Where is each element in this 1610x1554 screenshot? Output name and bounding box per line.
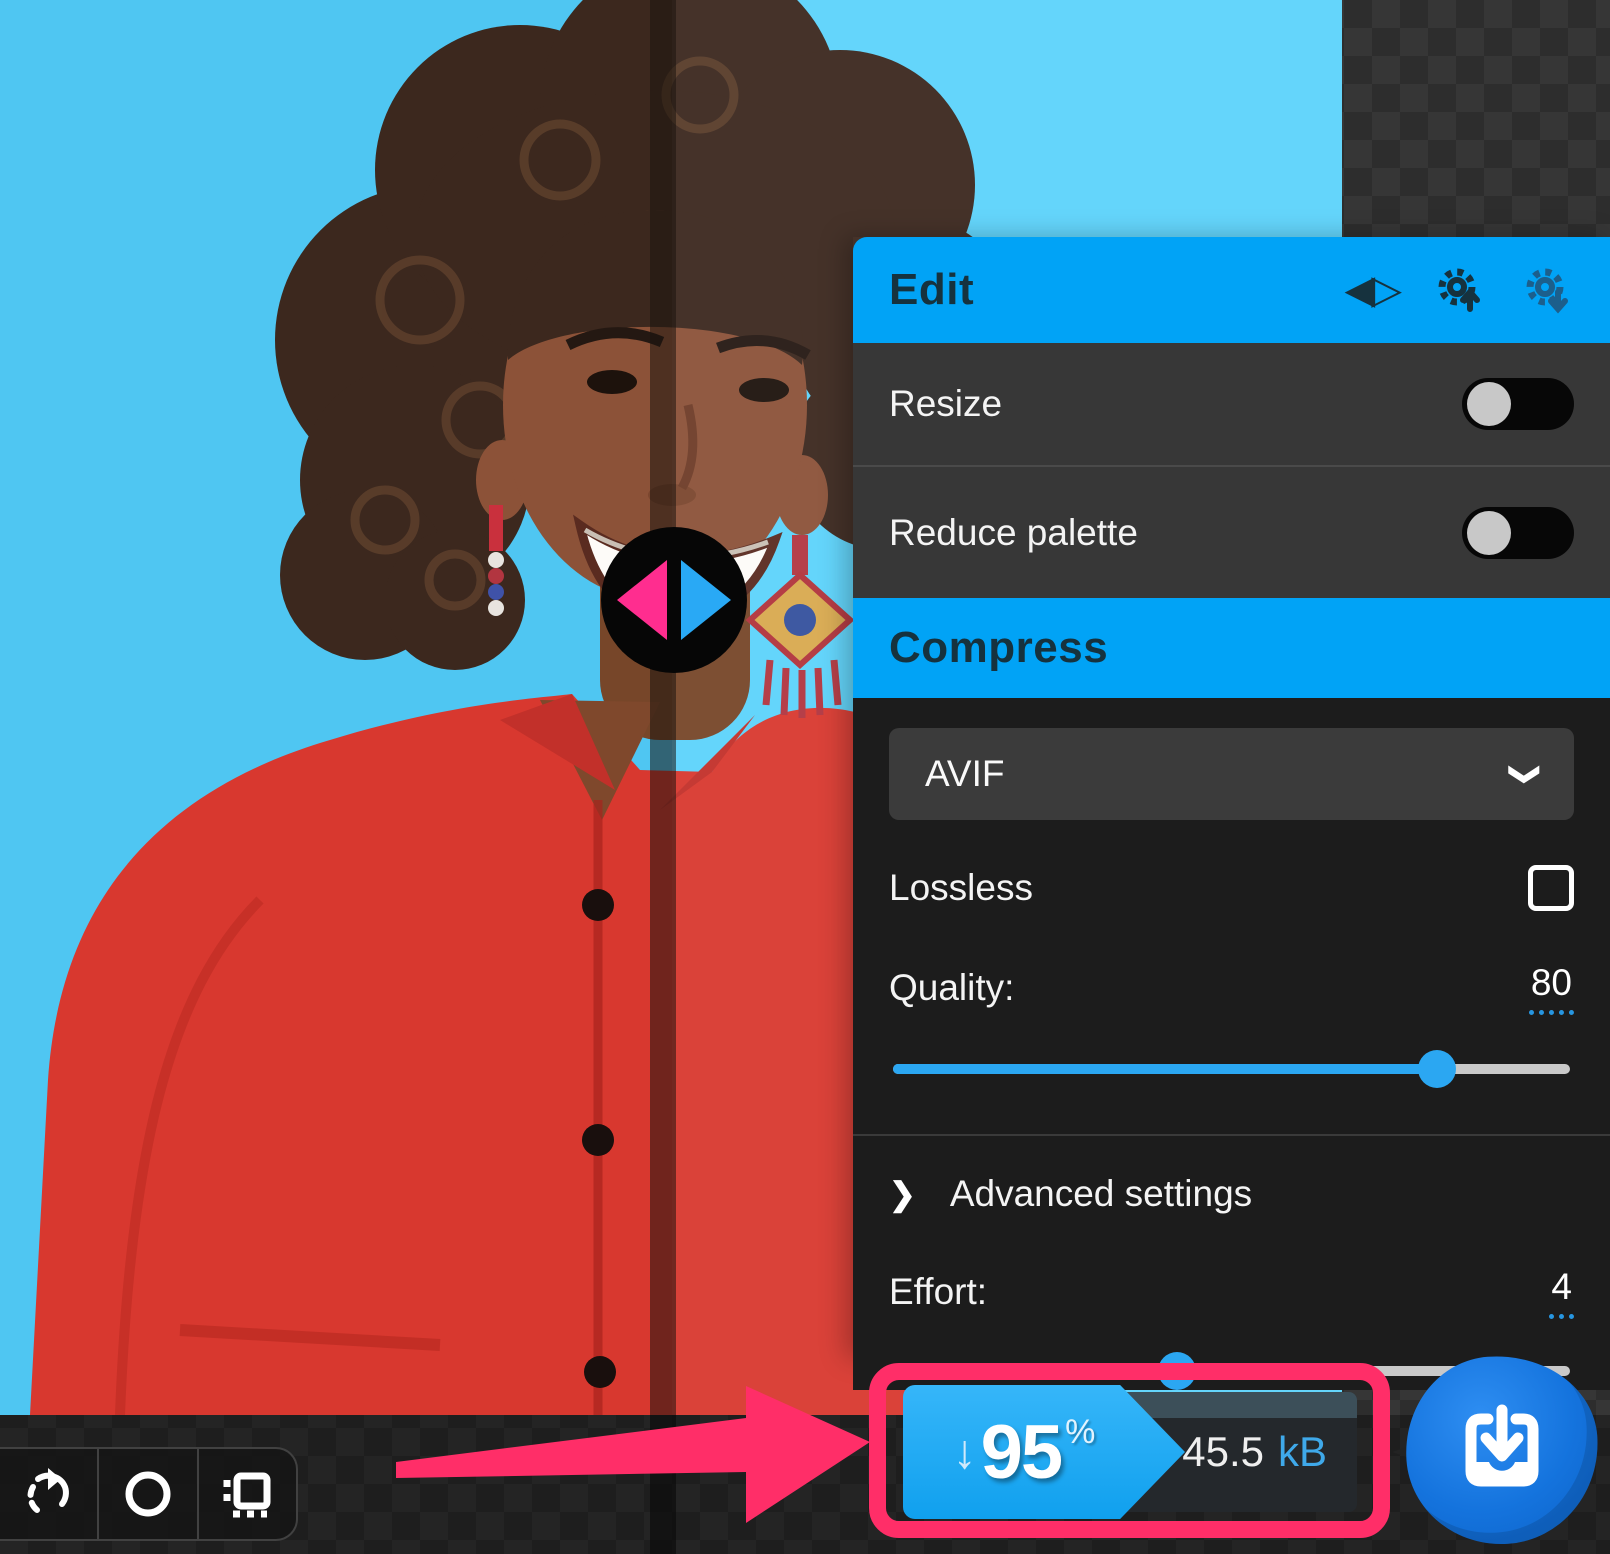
file-size-readout: 45.5 kB bbox=[1187, 1392, 1357, 1512]
resize-row: Resize bbox=[853, 343, 1610, 467]
chevron-right-icon: ❯ bbox=[889, 1175, 916, 1213]
compare-sides-button[interactable]: ◀▷ bbox=[1344, 267, 1398, 313]
slider-thumb[interactable] bbox=[1418, 1050, 1456, 1088]
rotate-button[interactable] bbox=[0, 1449, 97, 1539]
compress-header: Compress bbox=[853, 598, 1610, 698]
size-savings-badge: 45.5 kB ↓ 95 % bbox=[905, 1392, 1357, 1512]
percent-sign: % bbox=[1065, 1413, 1095, 1452]
rotate-icon bbox=[21, 1466, 77, 1522]
quality-label: Quality: bbox=[889, 967, 1014, 1009]
effort-row: Effort: 4 bbox=[889, 1266, 1574, 1318]
viewport-toolbar bbox=[0, 1447, 298, 1541]
gear-up-icon bbox=[1432, 263, 1486, 317]
options-panel: Edit ◀▷ Resize bbox=[853, 237, 1610, 1358]
fit-viewport-button[interactable] bbox=[197, 1449, 296, 1539]
gear-down-icon bbox=[1520, 263, 1574, 317]
reduce-palette-toggle[interactable] bbox=[1462, 507, 1574, 559]
effort-label: Effort: bbox=[889, 1271, 987, 1313]
compress-title: Compress bbox=[889, 623, 1108, 673]
slider-fill bbox=[893, 1366, 1177, 1376]
resize-toggle[interactable] bbox=[1462, 378, 1574, 430]
codec-select[interactable]: AVIF ❯ bbox=[889, 728, 1574, 820]
down-arrow-icon: ↓ bbox=[953, 1425, 977, 1480]
quality-slider[interactable] bbox=[889, 1048, 1574, 1088]
slider-track bbox=[893, 1064, 1570, 1074]
copy-settings-down-button[interactable] bbox=[1520, 263, 1574, 317]
compress-body: AVIF ❯ Lossless Quality: 80 ❯ Advanced s… bbox=[853, 698, 1610, 1390]
handle-right-arrow-icon bbox=[681, 560, 731, 640]
chevron-down-icon: ❯ bbox=[1508, 761, 1543, 786]
advanced-settings-toggle[interactable]: ❯ Advanced settings bbox=[889, 1168, 1574, 1220]
edit-title: Edit bbox=[889, 265, 974, 315]
edit-header: Edit ◀▷ bbox=[853, 237, 1610, 343]
lossless-checkbox[interactable] bbox=[1528, 865, 1574, 911]
copy-settings-up-button[interactable] bbox=[1432, 263, 1486, 317]
comparison-handle[interactable] bbox=[601, 527, 747, 673]
slider-fill bbox=[893, 1064, 1435, 1074]
quality-value[interactable]: 80 bbox=[1529, 962, 1574, 1015]
advanced-settings-label: Advanced settings bbox=[950, 1173, 1252, 1215]
toggle-knob bbox=[1467, 382, 1511, 426]
compare-triangles-icon: ◀▷ bbox=[1344, 267, 1398, 313]
reduce-palette-label: Reduce palette bbox=[889, 512, 1138, 554]
percent-savings-value: 95 bbox=[981, 1409, 1062, 1496]
file-size-value: 45.5 bbox=[1182, 1428, 1264, 1476]
effort-value[interactable]: 4 bbox=[1549, 1266, 1574, 1319]
section-divider bbox=[853, 1134, 1610, 1136]
toggle-knob bbox=[1467, 511, 1511, 555]
fit-viewport-icon bbox=[217, 1466, 277, 1522]
handle-left-arrow-icon bbox=[617, 560, 667, 640]
quality-row: Quality: 80 bbox=[889, 962, 1574, 1014]
comparison-divider[interactable] bbox=[650, 0, 676, 1415]
resize-label: Resize bbox=[889, 383, 1002, 425]
lossless-label: Lossless bbox=[889, 867, 1033, 909]
file-size-unit: kB bbox=[1278, 1428, 1327, 1476]
codec-value: AVIF bbox=[925, 753, 1005, 795]
zoom-original-button[interactable] bbox=[97, 1449, 196, 1539]
reduce-palette-row: Reduce palette bbox=[853, 467, 1610, 598]
circle-icon bbox=[120, 1466, 176, 1522]
download-icon bbox=[1452, 1400, 1552, 1500]
slider-thumb[interactable] bbox=[1158, 1352, 1196, 1390]
lossless-row: Lossless bbox=[889, 862, 1574, 914]
